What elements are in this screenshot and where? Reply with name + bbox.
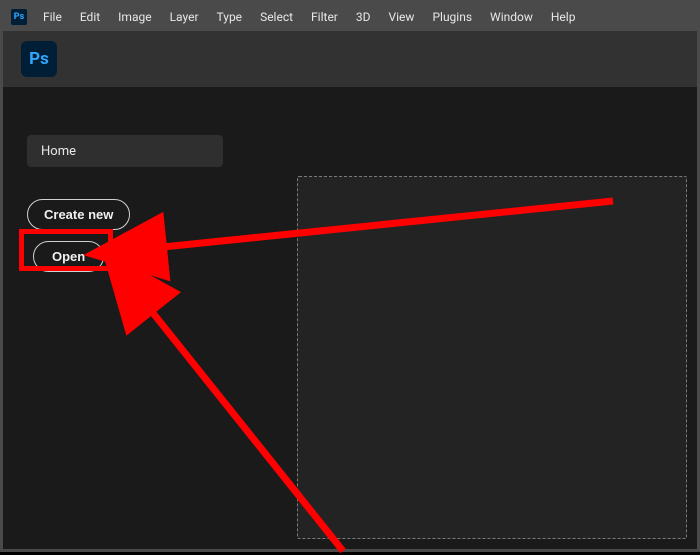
home-tab[interactable]: Home <box>27 135 223 167</box>
home-tab-label: Home <box>41 144 76 159</box>
create-new-label: Create new <box>44 207 113 222</box>
menu-filter[interactable]: Filter <box>303 8 346 26</box>
top-toolbar: Ps <box>3 31 697 87</box>
menu-image[interactable]: Image <box>110 8 159 26</box>
ps-small-icon: Ps <box>11 9 27 25</box>
menu-file[interactable]: File <box>35 8 70 26</box>
menu-layer[interactable]: Layer <box>162 8 207 26</box>
create-new-button[interactable]: Create new <box>27 199 130 230</box>
menu-window[interactable]: Window <box>482 8 541 26</box>
menu-plugins[interactable]: Plugins <box>424 8 480 26</box>
menu-view[interactable]: View <box>381 8 423 26</box>
menu-edit[interactable]: Edit <box>72 8 108 26</box>
menu-select[interactable]: Select <box>252 8 301 26</box>
menu-type[interactable]: Type <box>209 8 251 26</box>
app-window: Ps File Edit Image Layer Type Select Fil… <box>0 0 700 552</box>
open-button[interactable]: Open <box>33 241 104 272</box>
menubar: Ps File Edit Image Layer Type Select Fil… <box>3 3 697 31</box>
ps-logo-icon: Ps <box>21 41 57 77</box>
drop-zone[interactable] <box>297 176 687 539</box>
open-label: Open <box>52 249 85 264</box>
menu-help[interactable]: Help <box>543 8 584 26</box>
home-screen: Home Create new Open <box>3 87 697 549</box>
menu-3d[interactable]: 3D <box>348 8 379 26</box>
